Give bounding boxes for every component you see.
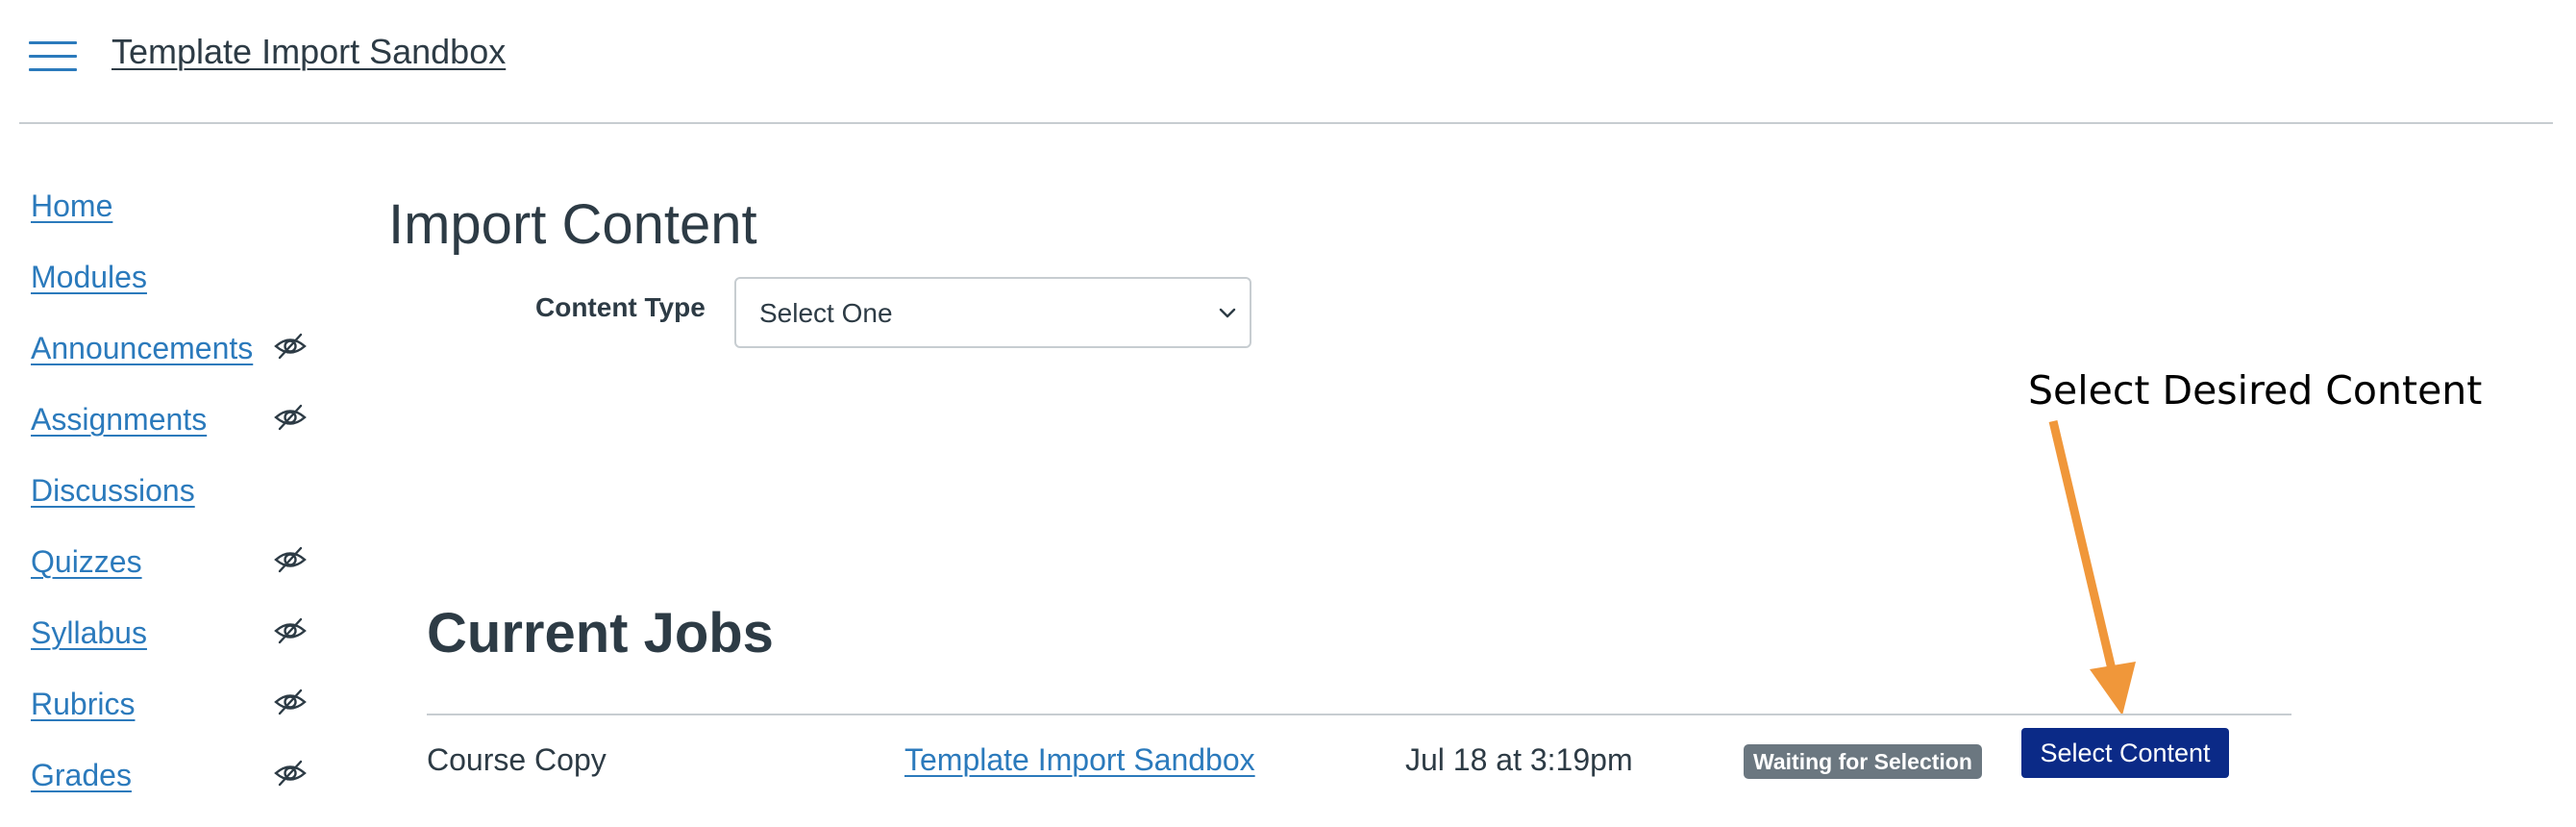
sidebar-link-home[interactable]: Home (31, 188, 112, 224)
eye-slash-icon (274, 333, 307, 360)
annotation-arrow-icon (2048, 419, 2136, 715)
sidebar-item-grades: Grades (31, 752, 319, 823)
sidebar-item-rubrics: Rubrics (31, 681, 319, 752)
content-type-select[interactable]: Select One (734, 277, 1251, 348)
eye-slash-icon (274, 546, 307, 573)
eye-slash-icon (274, 760, 307, 787)
eye-slash-icon (274, 689, 307, 715)
header-divider (19, 122, 2553, 124)
content-type-selected-value: Select One (759, 298, 893, 328)
course-navigation: Home Modules Announcements Assignments D… (31, 183, 319, 823)
sidebar-link-assignments[interactable]: Assignments (31, 402, 207, 438)
sidebar-link-syllabus[interactable]: Syllabus (31, 615, 147, 651)
annotation-callout-text: Select Desired Content (2028, 367, 2483, 414)
sidebar-item-discussions: Discussions (31, 467, 319, 539)
sidebar-link-discussions[interactable]: Discussions (31, 473, 195, 509)
sidebar-link-rubrics[interactable]: Rubrics (31, 687, 135, 722)
sidebar-item-syllabus: Syllabus (31, 610, 319, 681)
select-content-button[interactable]: Select Content (2021, 728, 2229, 778)
jobs-table-divider (427, 714, 2291, 715)
sidebar-item-quizzes: Quizzes (31, 539, 319, 610)
sidebar-item-assignments: Assignments (31, 396, 319, 467)
course-title-link[interactable]: Template Import Sandbox (111, 32, 506, 72)
page-root: Template Import Sandbox Home Modules Ann… (0, 0, 2576, 827)
eye-slash-icon (274, 404, 307, 431)
job-source-link[interactable]: Template Import Sandbox (904, 742, 1255, 778)
sidebar-link-announcements[interactable]: Announcements (31, 331, 253, 366)
sidebar-item-announcements: Announcements (31, 325, 319, 396)
eye-slash-icon (274, 617, 307, 644)
hamburger-menu-icon[interactable] (29, 38, 77, 73)
job-date-cell: Jul 18 at 3:19pm (1405, 742, 1633, 777)
page-title: Import Content (388, 193, 757, 256)
content-type-label: Content Type (535, 292, 706, 322)
chevron-down-icon (1219, 308, 1236, 318)
current-jobs-heading: Current Jobs (427, 602, 774, 664)
sidebar-link-quizzes[interactable]: Quizzes (31, 544, 142, 580)
job-type-cell: Course Copy (427, 742, 607, 777)
sidebar-item-modules: Modules (31, 254, 319, 325)
sidebar-link-grades[interactable]: Grades (31, 758, 132, 793)
sidebar-link-modules[interactable]: Modules (31, 260, 147, 295)
status-badge: Waiting for Selection (1744, 744, 1982, 779)
sidebar-item-home: Home (31, 183, 319, 254)
